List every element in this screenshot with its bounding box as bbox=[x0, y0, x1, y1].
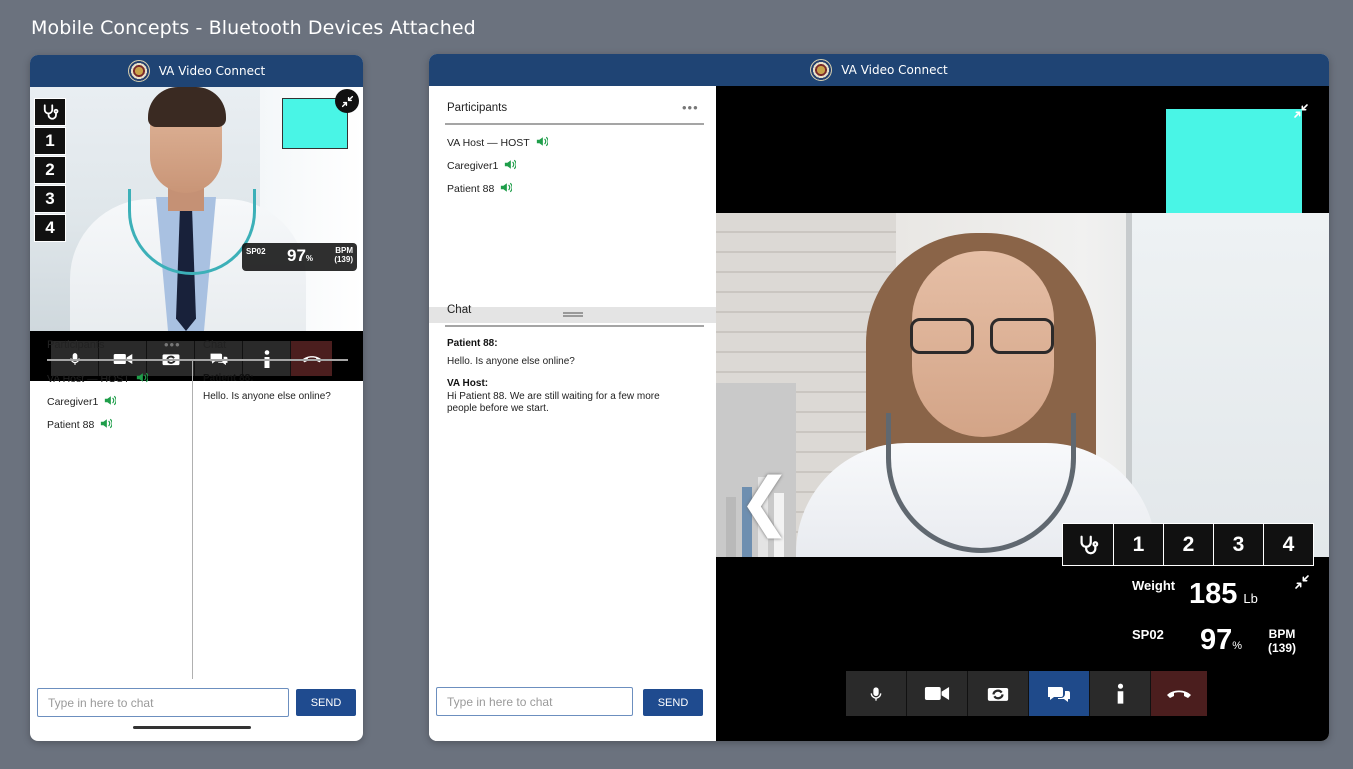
speaker-icon bbox=[500, 182, 513, 196]
participant-item[interactable]: Patient 88 bbox=[47, 418, 113, 432]
speaker-icon bbox=[100, 418, 113, 432]
participant-item[interactable]: Caregiver1 bbox=[47, 395, 117, 409]
send-button[interactable]: SEND bbox=[296, 689, 356, 716]
stethoscope-icon[interactable] bbox=[1063, 524, 1113, 565]
remote-video: ❮ bbox=[716, 213, 1329, 557]
vitals-tab-2[interactable]: 2 bbox=[1163, 524, 1213, 565]
video-stage: ❮ 1 2 3 4 Weight 185 Lb SP02 97% BPM (139) bbox=[716, 86, 1329, 741]
vitals-tab-3[interactable]: 3 bbox=[1213, 524, 1263, 565]
vitals-tab-1[interactable]: 1 bbox=[1113, 524, 1163, 565]
participant-item[interactable]: Patient 88 bbox=[447, 182, 513, 196]
tablet-mockup: VA Video Connect Participants ••• VA Hos… bbox=[429, 54, 1329, 741]
va-seal-icon bbox=[127, 60, 150, 82]
chat-sender: Patient 88: bbox=[203, 373, 254, 384]
spo2-value: 97% bbox=[1200, 624, 1243, 656]
vitals-tab-4[interactable]: 4 bbox=[34, 214, 66, 242]
participants-menu-icon[interactable]: ••• bbox=[682, 100, 699, 115]
chat-input[interactable]: Type in here to chat bbox=[37, 688, 289, 717]
collapse-icon[interactable] bbox=[1293, 103, 1309, 124]
participant-item[interactable]: Caregiver1 bbox=[447, 159, 517, 173]
speaker-icon bbox=[504, 159, 517, 173]
app-title: VA Video Connect bbox=[158, 64, 266, 78]
video-camera-icon[interactable] bbox=[907, 671, 968, 716]
chat-title: Chat bbox=[203, 339, 227, 351]
end-call-icon[interactable] bbox=[1151, 671, 1207, 716]
chevron-left-icon[interactable]: ❮ bbox=[738, 465, 792, 539]
remote-video: 1 2 3 4 SP02 97% BPM (139) bbox=[30, 87, 363, 331]
app-header: VA Video Connect bbox=[429, 54, 1329, 86]
phone-mockup: VA Video Connect 1 2 3 4 SP02 97% BPM (1… bbox=[30, 55, 363, 741]
spo2-value: 97% bbox=[287, 246, 314, 265]
vitals-tab-3[interactable]: 3 bbox=[34, 185, 66, 213]
page-title: Mobile Concepts - Bluetooth Devices Atta… bbox=[31, 17, 476, 39]
vitals-readout: SP02 97% BPM (139) bbox=[242, 243, 357, 271]
switch-camera-icon[interactable] bbox=[968, 671, 1029, 716]
vitals-tabs: 1 2 3 4 bbox=[1062, 523, 1314, 566]
chat-message: Hello. Is anyone else online? bbox=[203, 391, 331, 402]
collapse-icon[interactable] bbox=[1294, 574, 1310, 595]
panel-resize-handle[interactable] bbox=[429, 307, 716, 323]
send-button[interactable]: SEND bbox=[643, 689, 703, 716]
speaker-icon bbox=[536, 136, 549, 150]
call-controls-bar bbox=[846, 671, 1207, 716]
participants-title: Participants bbox=[447, 102, 508, 114]
chat-message: Hello. Is anyone else online? bbox=[447, 356, 575, 367]
stethoscope-icon[interactable] bbox=[34, 98, 66, 126]
vitals-tabs: 1 2 3 4 bbox=[34, 98, 66, 243]
info-icon[interactable] bbox=[1090, 671, 1151, 716]
chat-message: Hi Patient 88. We are still waiting for … bbox=[447, 391, 660, 414]
participant-item[interactable]: VA Host — HOST bbox=[47, 372, 149, 386]
self-view-pip[interactable] bbox=[1166, 109, 1302, 213]
participant-item[interactable]: VA Host — HOST bbox=[447, 136, 549, 150]
chat-input[interactable]: Type in here to chat bbox=[436, 687, 633, 716]
spo2-label: SP02 bbox=[246, 247, 266, 256]
bpm-readout: BPM (139) bbox=[1268, 627, 1297, 655]
chat-sender: Patient 88: bbox=[447, 338, 498, 349]
collapse-icon[interactable] bbox=[335, 89, 359, 113]
app-header: VA Video Connect bbox=[30, 55, 363, 87]
spo2-label: SP02 bbox=[1132, 627, 1164, 642]
vitals-tab-4[interactable]: 4 bbox=[1263, 524, 1313, 565]
participants-title: Participants bbox=[47, 339, 105, 351]
speaker-icon bbox=[104, 395, 117, 409]
vitals-tab-1[interactable]: 1 bbox=[34, 127, 66, 155]
app-title: VA Video Connect bbox=[841, 63, 948, 77]
side-panel: Participants ••• VA Host — HOST Caregive… bbox=[429, 86, 716, 741]
chat-sender: VA Host: bbox=[447, 378, 489, 389]
home-indicator bbox=[133, 726, 251, 729]
weight-value: 185 Lb bbox=[1189, 578, 1258, 610]
participants-menu-icon[interactable]: ••• bbox=[164, 337, 181, 352]
chat-title: Chat bbox=[447, 304, 472, 316]
microphone-icon[interactable] bbox=[846, 671, 907, 716]
va-seal-icon bbox=[810, 59, 833, 81]
vitals-tab-2[interactable]: 2 bbox=[34, 156, 66, 184]
chat-bubbles-icon[interactable] bbox=[1029, 671, 1090, 716]
bpm-readout: BPM (139) bbox=[334, 246, 353, 264]
speaker-icon bbox=[136, 372, 149, 386]
weight-label: Weight bbox=[1132, 578, 1176, 593]
